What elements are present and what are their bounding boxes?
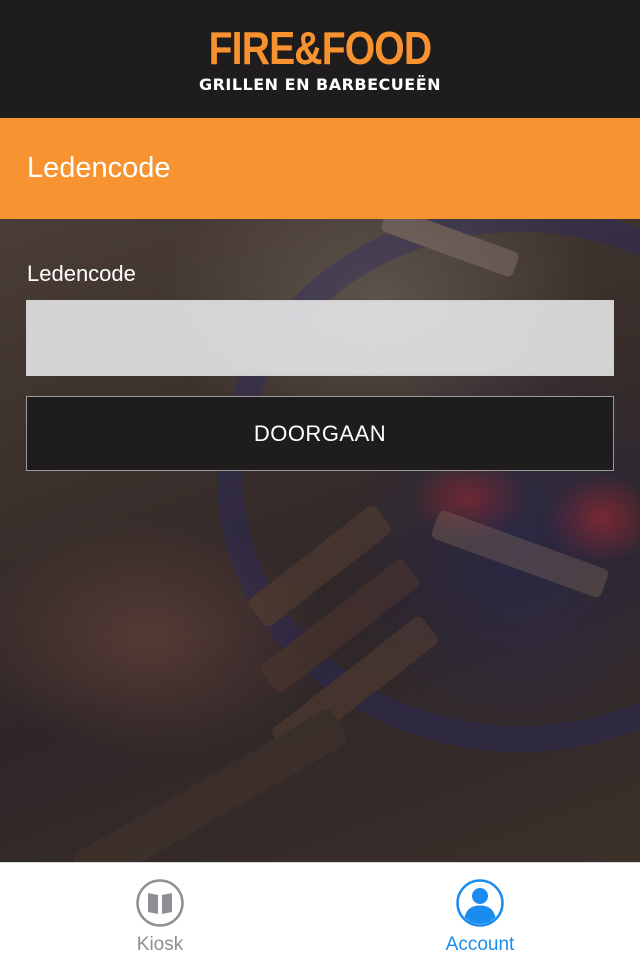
- app-header: FIRE&FOOD GRILLEN EN BARBECUEËN: [0, 0, 640, 118]
- tab-kiosk[interactable]: Kiosk: [0, 863, 320, 960]
- ledencode-input[interactable]: [26, 300, 614, 376]
- brand-tagline: GRILLEN EN BARBECUEËN: [198, 74, 442, 94]
- ledencode-label: Ledencode: [27, 261, 136, 286]
- tab-kiosk-label: Kiosk: [136, 934, 184, 955]
- doorgaan-button[interactable]: DOORGAAN: [26, 396, 614, 471]
- page-title: Ledencode: [27, 152, 171, 184]
- login-content: Ledencode DOORGAAN: [0, 219, 640, 862]
- tab-account-label: Account: [445, 934, 515, 955]
- tab-bar: Kiosk Account: [0, 862, 640, 960]
- tab-account[interactable]: Account: [320, 863, 640, 960]
- brand-logo: FIRE&FOOD: [208, 21, 432, 74]
- title-bar: Ledencode: [0, 118, 640, 219]
- account-icon: [456, 879, 504, 927]
- book-icon: [136, 879, 184, 927]
